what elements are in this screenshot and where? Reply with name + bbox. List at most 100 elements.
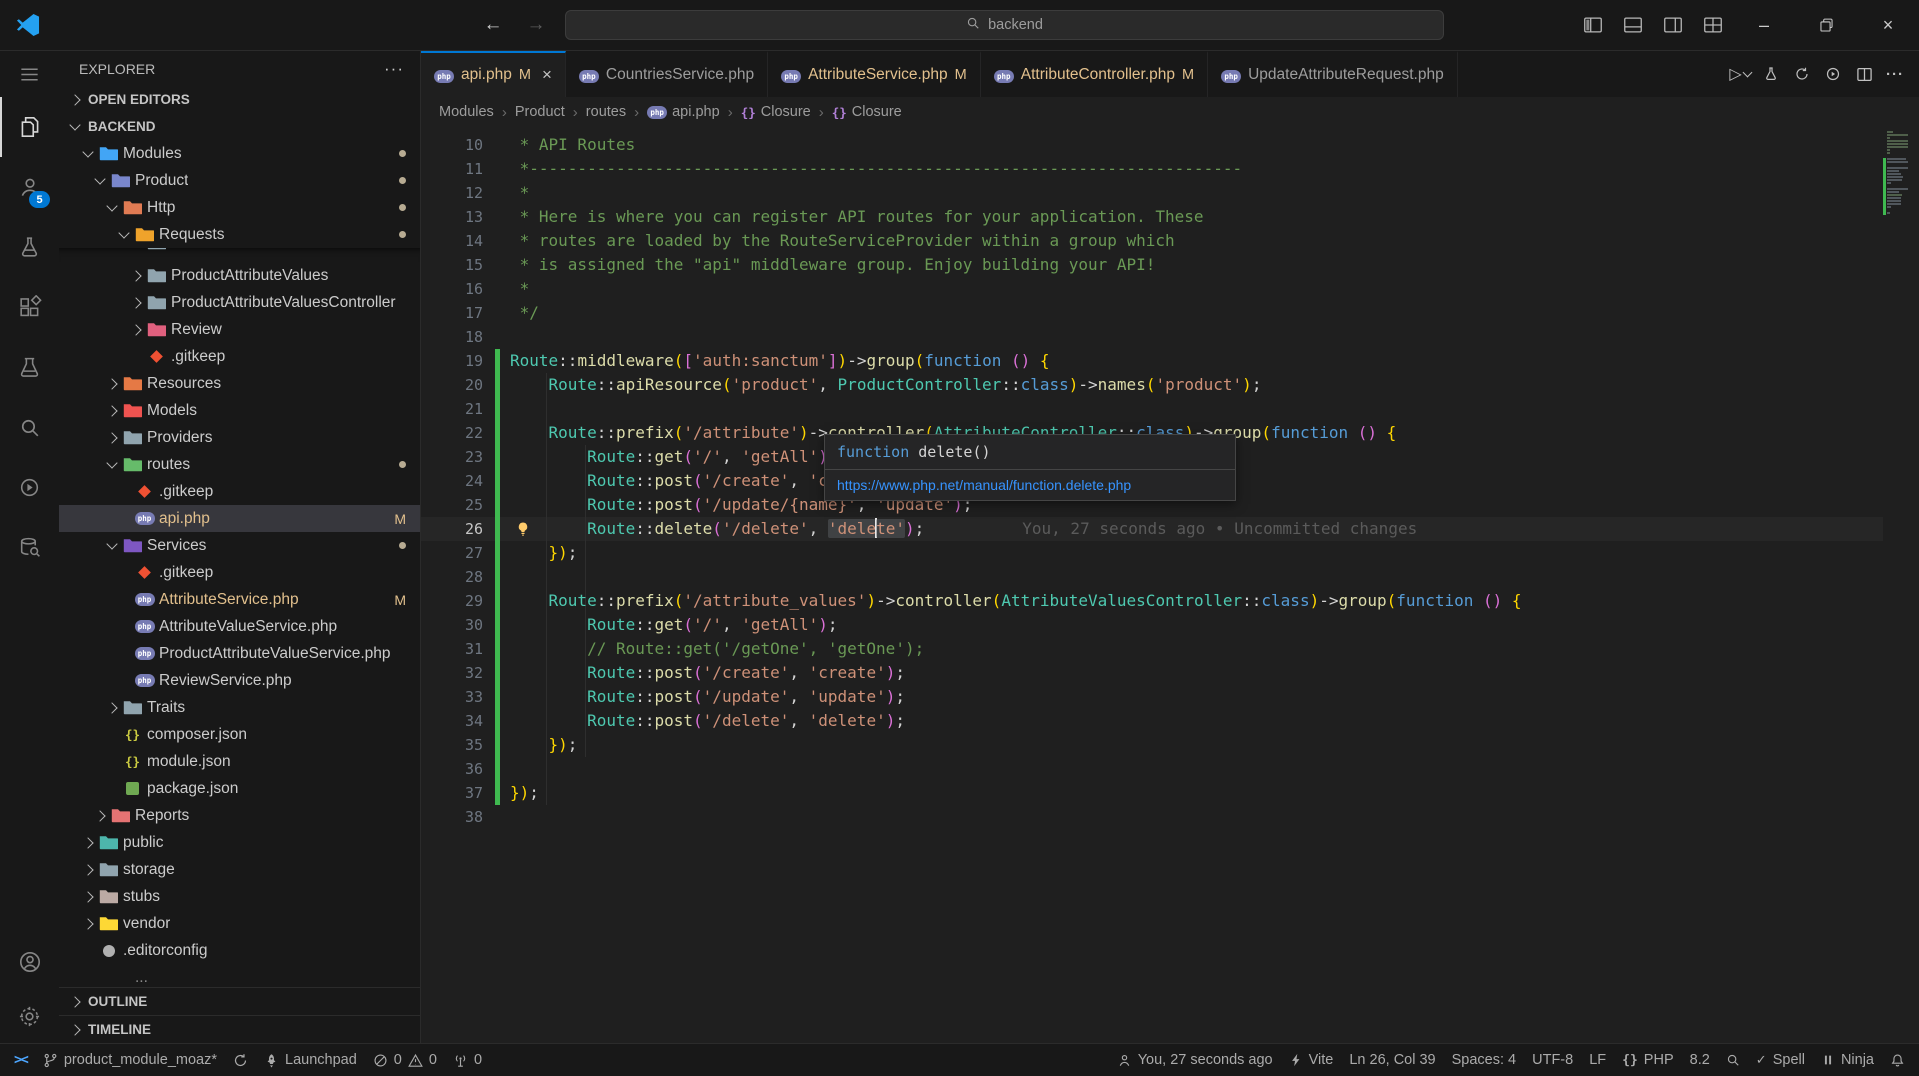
code-line-37[interactable]: 37}); bbox=[421, 781, 1883, 805]
tab-attributeservice-php[interactable]: phpAttributeService.phpM bbox=[768, 51, 981, 97]
outline-section[interactable]: OUTLINE bbox=[59, 987, 420, 1015]
tree-folder-routes[interactable]: routes bbox=[59, 451, 420, 478]
settings-icon[interactable] bbox=[0, 989, 59, 1043]
run-all-button[interactable] bbox=[1819, 59, 1847, 89]
run-profile-button[interactable] bbox=[1757, 59, 1785, 89]
tree-folder-attributevaluescontroller[interactable]: AttributeValuesController bbox=[59, 248, 420, 262]
tree-folder-http[interactable]: Http bbox=[59, 194, 420, 221]
status-vite[interactable]: Vite bbox=[1281, 1044, 1342, 1076]
tree-item-composer-json[interactable]: {}composer.json bbox=[59, 721, 420, 748]
minimap[interactable] bbox=[1883, 127, 1909, 1043]
coverage-button[interactable] bbox=[1788, 59, 1816, 89]
tree-folder-traits[interactable]: Traits bbox=[59, 694, 420, 721]
status-git-blame[interactable]: You, 27 seconds ago bbox=[1109, 1044, 1281, 1076]
tree-folder-vendor[interactable]: vendor bbox=[59, 910, 420, 937]
restore-button[interactable] bbox=[1795, 0, 1857, 50]
timeline-section[interactable]: TIMELINE bbox=[59, 1015, 420, 1043]
minimize-button[interactable]: – bbox=[1733, 0, 1795, 50]
code-line-34[interactable]: 34 Route::post('/delete', 'delete'); bbox=[421, 709, 1883, 733]
tree-folder-reports[interactable]: Reports bbox=[59, 802, 420, 829]
tree-folder-productattributevaluescontroller[interactable]: ProductAttributeValuesController bbox=[59, 289, 420, 316]
hover-doc-link[interactable]: https://www.php.net/manual/function.dele… bbox=[825, 469, 1235, 500]
explorer-more-actions-icon[interactable]: ··· bbox=[384, 59, 404, 79]
search-icon[interactable] bbox=[0, 397, 59, 457]
tree-item-item[interactable]: ... bbox=[59, 964, 420, 987]
status-cursor-position[interactable]: Ln 26, Col 39 bbox=[1341, 1044, 1443, 1076]
breadcrumb-product-1[interactable]: Product bbox=[515, 104, 565, 120]
code-line-29[interactable]: 29 Route::prefix('/attribute_values')->c… bbox=[421, 589, 1883, 613]
toggle-panel-button[interactable] bbox=[1613, 0, 1653, 50]
tree-item-attributevalueservice-php[interactable]: phpAttributeValueService.php bbox=[59, 613, 420, 640]
tree-folder-public[interactable]: public bbox=[59, 829, 420, 856]
menu-icon[interactable] bbox=[0, 51, 59, 97]
tree-folder-models[interactable]: Models bbox=[59, 397, 420, 424]
extensions-icon[interactable] bbox=[0, 277, 59, 337]
code-line-15[interactable]: 15 * is assigned the "api" middleware gr… bbox=[421, 253, 1883, 277]
breadcrumb-modules-0[interactable]: Modules bbox=[439, 104, 494, 120]
tree-folder-resources[interactable]: Resources bbox=[59, 370, 420, 397]
tab-api-php[interactable]: phpapi.phpM× bbox=[421, 51, 566, 97]
explorer-icon[interactable] bbox=[0, 97, 59, 157]
tree-item-gitkeep[interactable]: .gitkeep bbox=[59, 559, 420, 586]
code-line-18[interactable]: 18 bbox=[421, 325, 1883, 349]
tree-folder-stubs[interactable]: stubs bbox=[59, 883, 420, 910]
split-editor-button[interactable] bbox=[1850, 59, 1878, 89]
beaker-icon[interactable] bbox=[0, 337, 59, 397]
profile-icon[interactable] bbox=[0, 935, 59, 989]
tree-item-reviewservice-php[interactable]: phpReviewService.php bbox=[59, 667, 420, 694]
breadcrumb-routes-2[interactable]: routes bbox=[586, 104, 626, 120]
code-line-21[interactable]: 21 bbox=[421, 397, 1883, 421]
toggle-sidebar-button[interactable] bbox=[1573, 0, 1613, 50]
toggle-secondary-sidebar-button[interactable] bbox=[1653, 0, 1693, 50]
run-and-debug-icon[interactable] bbox=[0, 457, 59, 517]
tree-folder-services[interactable]: Services bbox=[59, 532, 420, 559]
status-git-branch[interactable]: product_module_moaz* bbox=[35, 1044, 225, 1076]
customize-layout-button[interactable] bbox=[1693, 0, 1733, 50]
code-line-17[interactable]: 17 */ bbox=[421, 301, 1883, 325]
status-php-version[interactable]: 8.2 bbox=[1682, 1044, 1718, 1076]
status-sync-changes[interactable] bbox=[225, 1044, 256, 1076]
code-line-11[interactable]: 11 *------------------------------------… bbox=[421, 157, 1883, 181]
root-folder-section[interactable]: BACKEND bbox=[59, 113, 420, 140]
status-spell[interactable]: ✓Spell bbox=[1748, 1044, 1813, 1076]
tree-item-productattributevalueservice-php[interactable]: phpProductAttributeValueService.php bbox=[59, 640, 420, 667]
status-problems[interactable]: 00 bbox=[365, 1044, 445, 1076]
open-editors-section[interactable]: OPEN EDITORS bbox=[59, 86, 420, 113]
close-button[interactable]: × bbox=[1857, 0, 1919, 50]
tree-item-api-php[interactable]: phpapi.phpM bbox=[59, 505, 420, 532]
code-line-32[interactable]: 32 Route::post('/create', 'create'); bbox=[421, 661, 1883, 685]
status-language-mode[interactable]: {}PHP bbox=[1614, 1044, 1681, 1076]
status-remote[interactable]: >< bbox=[6, 1044, 35, 1076]
status-zoom[interactable] bbox=[1718, 1044, 1748, 1076]
tree-folder-providers[interactable]: Providers bbox=[59, 424, 420, 451]
tree-item-module-json[interactable]: {}module.json bbox=[59, 748, 420, 775]
forward-arrow-button[interactable]: → bbox=[521, 10, 551, 40]
code-line-20[interactable]: 20 Route::apiResource('product', Product… bbox=[421, 373, 1883, 397]
database-explorer-icon[interactable] bbox=[0, 517, 59, 577]
status-encoding[interactable]: UTF-8 bbox=[1524, 1044, 1581, 1076]
code-line-14[interactable]: 14 * routes are loaded by the RouteServi… bbox=[421, 229, 1883, 253]
tab-countriesservice-php[interactable]: phpCountriesService.php bbox=[566, 51, 768, 97]
testing-icon[interactable] bbox=[0, 217, 59, 277]
tab-updateattributerequest-php[interactable]: phpUpdateAttributeRequest.php bbox=[1208, 51, 1458, 97]
code-line-10[interactable]: 10 * API Routes bbox=[421, 133, 1883, 157]
tree-item-gitkeep[interactable]: .gitkeep bbox=[59, 343, 420, 370]
code-line-19[interactable]: 19Route::middleware(['auth:sanctum'])->g… bbox=[421, 349, 1883, 373]
code-line-28[interactable]: 28 bbox=[421, 565, 1883, 589]
code-line-26[interactable]: 26 Route::delete('/delete', 'delete');Yo… bbox=[421, 517, 1883, 541]
status-ninja[interactable]: Ninja bbox=[1813, 1044, 1882, 1076]
tree-item-attributeservice-php[interactable]: phpAttributeService.phpM bbox=[59, 586, 420, 613]
run-code-button[interactable]: ▷ bbox=[1726, 59, 1754, 89]
status-eol[interactable]: LF bbox=[1581, 1044, 1614, 1076]
code-line-12[interactable]: 12 * bbox=[421, 181, 1883, 205]
tree-folder-storage[interactable]: storage bbox=[59, 856, 420, 883]
tree-folder-requests[interactable]: Requests bbox=[59, 221, 420, 248]
tree-folder-modules[interactable]: Modules bbox=[59, 140, 420, 167]
code-line-30[interactable]: 30 Route::get('/', 'getAll'); bbox=[421, 613, 1883, 637]
code-line-36[interactable]: 36 bbox=[421, 757, 1883, 781]
tree-item-editorconfig[interactable]: .editorconfig bbox=[59, 937, 420, 964]
accounts-icon[interactable]: 5 bbox=[0, 157, 59, 217]
close-tab-icon[interactable]: × bbox=[542, 65, 552, 85]
status-launchpad[interactable]: Launchpad bbox=[256, 1044, 365, 1076]
tree-folder-productattributevalues[interactable]: ProductAttributeValues bbox=[59, 262, 420, 289]
